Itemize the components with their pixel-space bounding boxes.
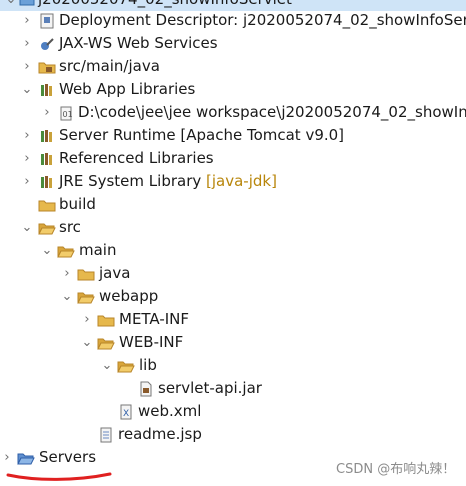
tree-item-label: build: [59, 195, 96, 213]
open-folder-icon: [77, 288, 95, 305]
folder-icon: [77, 265, 95, 282]
collapse-arrow-icon[interactable]: ⌄: [100, 354, 114, 377]
expand-arrow-icon[interactable]: ›: [40, 101, 54, 124]
red-underline-annotation: [6, 472, 112, 481]
tree-item-label: servlet-api.jar: [158, 379, 262, 397]
tree-item-label: readme.jsp: [118, 425, 202, 443]
collapse-arrow-icon[interactable]: ⌄: [20, 216, 34, 239]
tree-item-label: lib: [139, 356, 157, 374]
collapse-arrow-icon[interactable]: ⌄: [40, 239, 54, 262]
xml-file-icon: X: [117, 403, 135, 420]
tree-item-java[interactable]: › java: [0, 262, 466, 285]
library-icon: [38, 150, 56, 167]
tree-item-label: src: [59, 218, 81, 236]
tree-item-build[interactable]: build: [0, 193, 466, 216]
library-icon: [38, 81, 56, 98]
tree-item-label: WEB-INF: [119, 333, 184, 351]
tree-item-label: web.xml: [138, 402, 202, 420]
svg-text:01: 01: [63, 110, 73, 119]
tree-item-label: META-INF: [119, 310, 190, 328]
tree-item-label: webapp: [99, 287, 159, 305]
open-folder-icon: [97, 334, 115, 351]
tree-item-deployment-descriptor[interactable]: › Deployment Descriptor: j2020052074_02_…: [0, 9, 466, 32]
tree-item-src-main-java[interactable]: › src/main/java: [0, 55, 466, 78]
tree-item-jaxws[interactable]: › JAX-WS Web Services: [0, 32, 466, 55]
tree-item-webapp[interactable]: ⌄ webapp: [0, 285, 466, 308]
tree-item-web-app-libraries[interactable]: ⌄ Web App Libraries: [0, 78, 466, 101]
tree-item-label: Referenced Libraries: [59, 149, 214, 167]
tree-item-label: D:\code\jee\jee workspace\j2020052074_02…: [78, 103, 466, 121]
expand-arrow-icon[interactable]: ›: [80, 308, 94, 331]
open-folder-icon: [117, 357, 135, 374]
tree-item-label: Web App Libraries: [59, 80, 196, 98]
jar-file-icon: [137, 380, 155, 397]
folder-icon: [97, 311, 115, 328]
tree-item-label: java: [99, 264, 131, 282]
folder-icon: [38, 196, 56, 213]
collapse-arrow-icon[interactable]: ⌄: [80, 331, 94, 354]
source-folder-icon: [38, 58, 56, 75]
expand-arrow-icon[interactable]: ›: [60, 262, 74, 285]
jre-library-decoration: [java-jdk]: [206, 172, 277, 190]
svg-text:X: X: [123, 409, 129, 419]
tree-item-label: main: [79, 241, 117, 259]
open-folder-icon: [57, 242, 75, 259]
tree-item-referenced-libraries[interactable]: › Referenced Libraries: [0, 147, 466, 170]
tree-item-servlet-api-jar[interactable]: servlet-api.jar: [0, 377, 466, 400]
expand-arrow-icon[interactable]: ›: [20, 170, 34, 193]
library-icon: [38, 127, 56, 144]
expand-arrow-icon[interactable]: ›: [20, 55, 34, 78]
tree-item-label: src/main/java: [59, 57, 160, 75]
tree-item-src[interactable]: ⌄ src: [0, 216, 466, 239]
expand-arrow-icon[interactable]: ›: [20, 32, 34, 55]
jsp-file-icon: [97, 426, 115, 443]
tree-item-web-inf[interactable]: ⌄ WEB-INF: [0, 331, 466, 354]
tree-item-lib[interactable]: ⌄ lib: [0, 354, 466, 377]
tree-item-classes-path[interactable]: › 01 D:\code\jee\jee workspace\j20200520…: [0, 101, 466, 124]
collapse-arrow-icon[interactable]: ⌄: [20, 78, 34, 101]
expand-arrow-icon[interactable]: ›: [20, 124, 34, 147]
deployment-descriptor-icon: [38, 12, 56, 29]
tree-item-meta-inf[interactable]: › META-INF: [0, 308, 466, 331]
tree-item-label: Server Runtime [Apache Tomcat v9.0]: [59, 126, 345, 144]
project-explorer-tree: ⌄ j2020052074_02_showInfoServlet › Deplo…: [0, 0, 466, 486]
tree-item-label: Servers: [39, 448, 97, 466]
watermark: CSDN @布响丸辣！: [336, 462, 456, 477]
tree-item-main[interactable]: ⌄ main: [0, 239, 466, 262]
tree-item-jre-system-library[interactable]: › JRE System Library [java-jdk]: [0, 170, 466, 193]
tree-item-label: JRE System Library [java-jdk]: [59, 170, 277, 193]
tree-item-label: JAX-WS Web Services: [59, 34, 218, 52]
collapse-arrow-icon[interactable]: ⌄: [60, 285, 74, 308]
tree-item-server-runtime[interactable]: › Server Runtime [Apache Tomcat v9.0]: [0, 124, 466, 147]
jre-library-name: JRE System Library: [59, 172, 202, 190]
class-folder-icon: 01: [57, 104, 75, 121]
servers-folder-icon: [17, 449, 35, 466]
expand-arrow-icon[interactable]: ›: [20, 9, 34, 32]
tree-item-web-xml[interactable]: X web.xml: [0, 400, 466, 423]
expand-arrow-icon[interactable]: ›: [0, 446, 14, 469]
expand-arrow-icon[interactable]: ›: [20, 147, 34, 170]
library-icon: [38, 173, 56, 190]
tree-item-readme-jsp[interactable]: readme.jsp: [0, 423, 466, 446]
tree-item-label: Deployment Descriptor: j2020052074_02_sh…: [59, 11, 466, 29]
open-folder-icon: [38, 219, 56, 236]
web-services-icon: [38, 35, 56, 52]
web-project-icon: [18, 0, 36, 8]
